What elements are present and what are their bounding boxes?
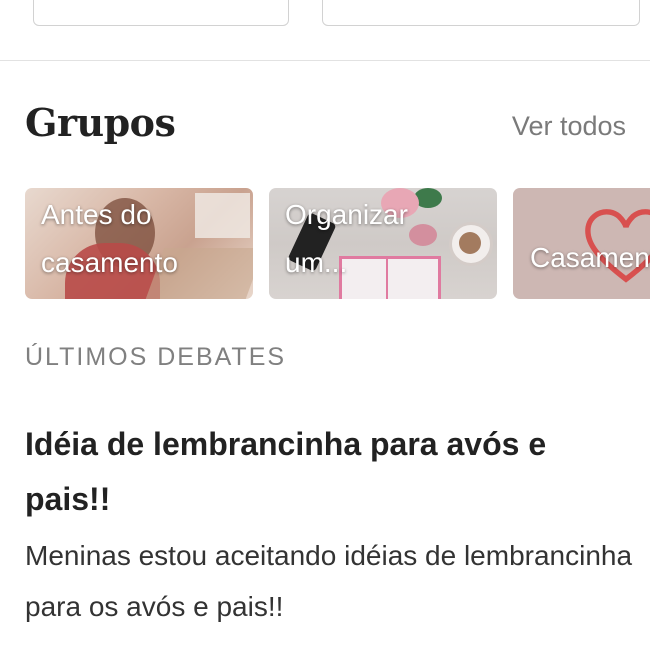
group-card-label: Casamento <box>530 242 650 273</box>
top-cards-row <box>0 0 650 61</box>
see-all-groups-link[interactable]: Ver todos <box>512 111 626 142</box>
debate-excerpt[interactable]: Meninas estou aceitando idéias de lembra… <box>25 530 635 632</box>
group-card-label: Organizar um... <box>285 199 408 278</box>
group-card-casamento[interactable]: Casamento <box>513 188 650 299</box>
top-card-right[interactable] <box>322 0 640 26</box>
group-card-label: Antes do casamento <box>41 199 178 278</box>
top-card-left[interactable] <box>33 0 289 26</box>
groups-title: Grupos <box>25 100 176 145</box>
latest-debates-heading: ÚLTIMOS DEBATES <box>25 343 287 371</box>
group-card-organizar[interactable]: Organizar um... <box>269 188 497 299</box>
group-card-antes-do-casamento[interactable]: Antes do casamento <box>25 188 253 299</box>
debate-title-link[interactable]: Idéia de lembrancinha para avós e pais!! <box>25 417 625 527</box>
page: Grupos Ver todos Antes do casamento Orga… <box>0 0 650 650</box>
